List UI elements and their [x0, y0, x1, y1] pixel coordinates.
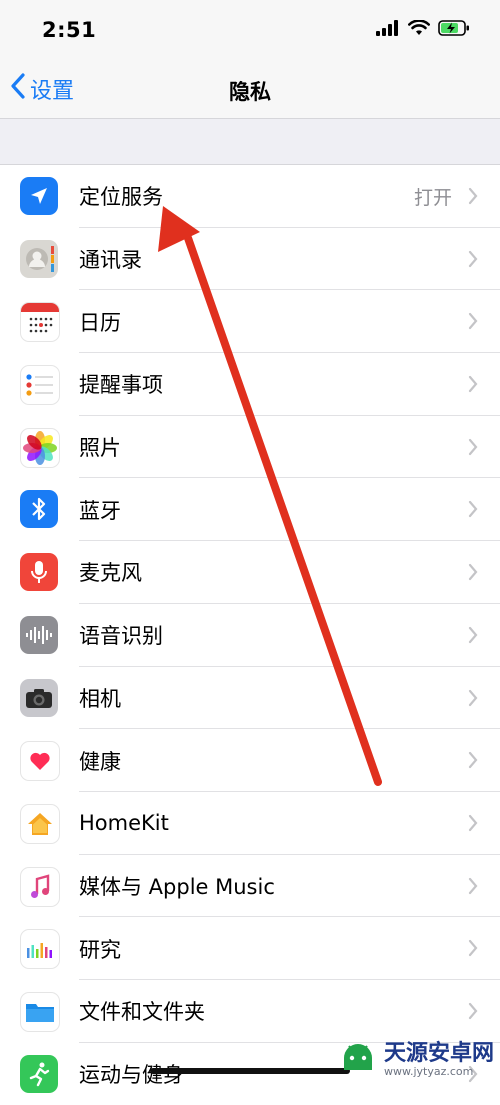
home-icon [20, 803, 60, 844]
chevron-right-icon [468, 939, 478, 961]
navigation-bar: 设置 隐私 [0, 62, 500, 119]
row-label: 通讯录 [79, 248, 142, 273]
row-label: 媒体与 Apple Music [79, 874, 275, 899]
chevron-right-icon [468, 312, 478, 334]
watermark: 天源安卓网 www.jytyaz.com [338, 1040, 494, 1080]
row-photos[interactable]: 照片 [0, 416, 500, 479]
row-microphone[interactable]: 麦克风 [0, 541, 500, 604]
status-icons [376, 19, 470, 40]
row-label: 麦克风 [79, 561, 142, 586]
row-value: 打开 [413, 186, 452, 209]
calendar-icon [20, 302, 60, 343]
running-figure-icon [20, 1054, 58, 1093]
chevron-right-icon [468, 250, 478, 272]
row-camera[interactable]: 相机 [0, 667, 500, 730]
chevron-right-icon [468, 626, 478, 648]
page-title: 隐私 [229, 80, 271, 104]
row-health[interactable]: 健康 [0, 729, 500, 792]
microphone-icon [20, 553, 58, 592]
row-label: 研究 [79, 937, 121, 962]
chevron-right-icon [468, 689, 478, 711]
row-label: 定位服务 [79, 185, 163, 210]
battery-charging-icon [438, 20, 470, 40]
contacts-icon [20, 239, 58, 278]
chevron-right-icon [468, 438, 478, 460]
row-research[interactable]: 研究 [0, 917, 500, 980]
row-speech-recognition[interactable]: 语音识别 [0, 604, 500, 667]
chevron-right-icon [468, 751, 478, 773]
row-label: 相机 [79, 686, 121, 711]
chevron-right-icon [468, 877, 478, 899]
row-label: 日历 [79, 310, 121, 335]
row-media-apple-music[interactable]: 媒体与 Apple Music [0, 855, 500, 918]
row-label: 文件和文件夹 [79, 1000, 205, 1025]
row-label: 蓝牙 [79, 498, 121, 523]
music-note-icon [20, 866, 60, 907]
row-label: HomeKit [79, 811, 169, 836]
row-calendar[interactable]: 日历 [0, 290, 500, 354]
home-indicator [150, 1068, 350, 1074]
android-logo-icon [338, 1040, 378, 1080]
location-arrow-icon [20, 177, 58, 215]
watermark-url: www.jytyaz.com [383, 1064, 474, 1078]
watermark-text-group: 天源安卓网 www.jytyaz.com [383, 1040, 494, 1078]
chevron-right-icon [468, 814, 478, 836]
cellular-signal-icon [376, 20, 400, 40]
row-reminders[interactable]: 提醒事项 [0, 353, 500, 416]
row-bluetooth[interactable]: 蓝牙 [0, 478, 500, 542]
reminders-icon [20, 365, 60, 406]
research-bars-icon [20, 929, 60, 970]
photos-icon [20, 427, 60, 468]
row-files-and-folders[interactable]: 文件和文件夹 [0, 980, 500, 1043]
row-label: 提醒事项 [79, 373, 163, 398]
watermark-name: 天源安卓网 [383, 1040, 494, 1066]
status-bar: 2:51 [0, 0, 500, 62]
heart-icon [20, 741, 60, 782]
chevron-right-icon [468, 500, 478, 522]
row-homekit[interactable]: HomeKit [0, 792, 500, 855]
row-contacts[interactable]: 通讯录 [0, 228, 500, 291]
row-location-services[interactable]: 定位服务 打开 [0, 165, 500, 228]
privacy-settings-list: 定位服务 打开 通讯录 日历 提醒事项 照片 蓝牙 麦克风 语音识别 相机 健康… [0, 165, 500, 1105]
waveform-icon [20, 615, 58, 654]
section-gap [0, 119, 500, 165]
chevron-right-icon [468, 187, 478, 209]
status-time: 2:51 [42, 18, 97, 42]
camera-icon [20, 678, 58, 717]
chevron-right-icon [468, 375, 478, 397]
row-label: 健康 [79, 749, 121, 774]
chevron-right-icon [468, 563, 478, 585]
wifi-icon [408, 19, 430, 40]
folder-icon [20, 991, 60, 1032]
row-label: 语音识别 [79, 624, 163, 649]
row-label: 照片 [79, 436, 121, 461]
bluetooth-icon [20, 490, 58, 529]
chevron-right-icon [468, 1002, 478, 1024]
